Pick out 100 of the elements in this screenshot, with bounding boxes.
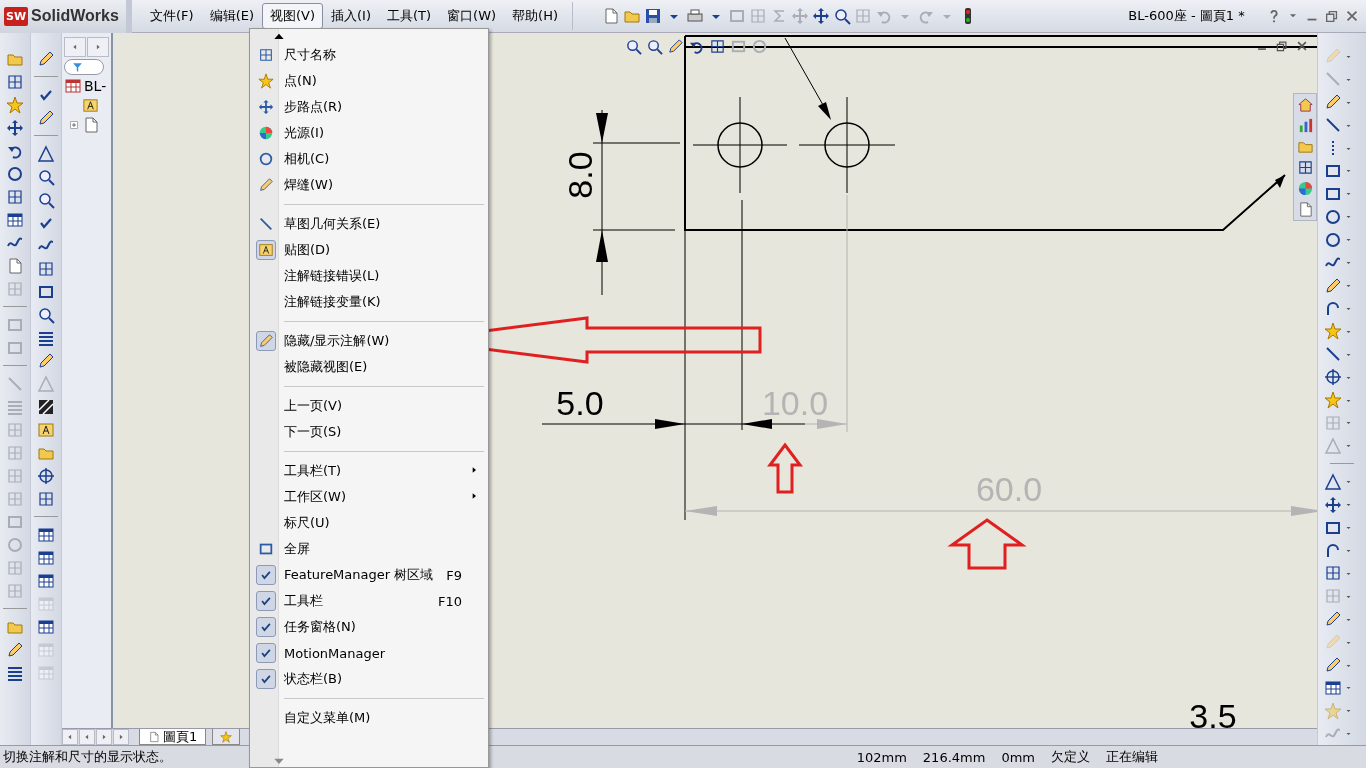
status-field: 102mm <box>848 749 915 765</box>
crosshair-icon[interactable] <box>37 466 55 485</box>
menu-item[interactable]: 草图几何关系(E) <box>250 211 488 237</box>
menu-item[interactable]: 注解链接变量(K) <box>250 289 488 315</box>
star-icon[interactable] <box>6 95 24 114</box>
page-icon <box>148 730 160 743</box>
menu-item[interactable]: 上一页(V) <box>250 393 488 419</box>
circle-icon[interactable] <box>1324 207 1342 226</box>
hatch-icon[interactable] <box>37 397 55 416</box>
menu-item[interactable]: 自定义菜单(M) <box>250 705 488 731</box>
sheet-nav-button[interactable] <box>79 729 95 745</box>
menu-item[interactable]: 任务窗格(N) <box>250 614 488 640</box>
grid-icon[interactable] <box>709 38 726 55</box>
house-icon[interactable] <box>1296 96 1314 113</box>
crosshair-icon[interactable] <box>1324 368 1342 387</box>
expand-icon[interactable] <box>68 119 80 131</box>
circle-icon[interactable] <box>1324 230 1342 249</box>
pencil-icon[interactable] <box>37 108 55 127</box>
pencil-icon[interactable] <box>37 351 55 370</box>
sphere-icon[interactable] <box>1296 180 1314 197</box>
sheet-nav-button[interactable] <box>62 729 78 745</box>
tag-icon[interactable] <box>37 420 55 439</box>
arc-icon[interactable] <box>1324 541 1342 560</box>
triangle-icon[interactable] <box>37 144 55 163</box>
menu-item[interactable]: MotionManager <box>250 640 488 666</box>
pencil-icon[interactable] <box>1324 656 1342 674</box>
star-icon[interactable] <box>1324 322 1342 341</box>
zoom-icon[interactable] <box>833 7 852 25</box>
filter-icon <box>71 60 84 74</box>
sheet-tab[interactable]: 圖頁1 <box>139 729 207 745</box>
move-icon[interactable] <box>1324 495 1342 514</box>
tree-item[interactable]: BL- <box>84 78 107 94</box>
table-icon[interactable] <box>1324 678 1342 697</box>
table-icon[interactable] <box>37 571 55 590</box>
menu-item[interactable]: 帮助(H) <box>504 3 567 29</box>
add-sheet-button[interactable] <box>212 729 241 745</box>
move-icon[interactable] <box>812 7 831 25</box>
menu-item[interactable]: 标尺(U) <box>250 510 488 536</box>
pencil-icon[interactable] <box>37 49 55 68</box>
menu-item[interactable]: 注解链接错误(L) <box>250 263 488 289</box>
menu-item[interactable]: 被隐藏视图(E) <box>250 354 488 380</box>
table-icon[interactable] <box>6 210 24 229</box>
menu-item[interactable]: 尺寸名称 <box>250 42 488 68</box>
pencil-icon[interactable] <box>1324 610 1342 629</box>
menu-item[interactable]: 光源(I) <box>250 120 488 146</box>
menu-item[interactable]: 视图(V) <box>262 3 324 29</box>
table-icon[interactable] <box>37 617 55 636</box>
zoom-icon[interactable] <box>37 190 55 209</box>
arc-icon[interactable] <box>1324 299 1342 318</box>
rectangle-icon[interactable] <box>730 38 747 55</box>
zoom-icon[interactable] <box>37 305 55 324</box>
dimension-text: 8.0 <box>561 151 599 199</box>
star-icon[interactable] <box>1324 391 1342 410</box>
menu-item[interactable]: 贴图(D) <box>250 237 488 263</box>
pencil-icon[interactable] <box>6 640 24 659</box>
table-icon[interactable] <box>37 525 55 544</box>
menu-item[interactable]: 工作区(W) <box>250 484 488 510</box>
menu-item[interactable]: 全屏 <box>250 536 488 562</box>
move-icon[interactable] <box>6 118 24 137</box>
menu-item[interactable]: 插入(I) <box>323 3 379 29</box>
menu-item[interactable]: 文件(F) <box>142 3 202 29</box>
dimension-text: 3.5 <box>1189 697 1237 728</box>
zoom-icon[interactable] <box>646 38 663 55</box>
pencil-icon[interactable] <box>1324 93 1342 112</box>
menu-item[interactable]: 相机(C) <box>250 146 488 172</box>
menu-item[interactable]: 工具栏 F10 <box>250 588 488 614</box>
sheet-nav-button[interactable] <box>96 729 112 745</box>
circle-icon[interactable] <box>6 164 24 183</box>
restore-icon[interactable] <box>1275 39 1289 53</box>
zoom-icon[interactable] <box>625 38 642 55</box>
status-field: 0mm <box>993 749 1043 765</box>
menu-item[interactable]: 点(N) <box>250 68 488 94</box>
rectangle-icon[interactable] <box>1324 162 1342 180</box>
status-field: 216.4mm <box>914 749 994 765</box>
menu-item[interactable]: 状态栏(B) <box>250 666 488 692</box>
menu-item[interactable]: 编辑(E) <box>201 3 262 29</box>
menu-item[interactable]: FeatureManager 树区域 F9 <box>250 562 488 588</box>
close-icon[interactable] <box>1295 39 1309 53</box>
zoom-icon[interactable] <box>37 167 55 186</box>
menu-item[interactable]: 步路点(R) <box>250 94 488 120</box>
filter-field[interactable] <box>64 59 104 75</box>
menu-item[interactable]: 工具栏(T) <box>250 458 488 484</box>
pencil-icon[interactable] <box>667 38 684 55</box>
menu-item[interactable]: 窗口(W) <box>439 3 505 29</box>
menu-item[interactable]: 工具(T) <box>379 3 440 29</box>
tag-icon[interactable] <box>82 97 99 114</box>
menu-item[interactable]: 隐藏/显示注解(W) <box>250 328 488 354</box>
pencil-icon[interactable] <box>1324 276 1342 295</box>
circle-icon[interactable] <box>751 38 768 55</box>
sheet-nav-button[interactable] <box>113 729 129 745</box>
page-icon[interactable] <box>602 7 621 25</box>
page-icon[interactable] <box>6 256 24 275</box>
menu-item[interactable]: 下一页(S) <box>250 419 488 445</box>
triangle-icon[interactable] <box>1324 472 1342 491</box>
printer-icon[interactable] <box>686 7 705 25</box>
menu-item[interactable]: 焊缝(W) <box>250 172 488 198</box>
star-icon <box>220 730 233 743</box>
grid-icon[interactable] <box>1296 159 1314 176</box>
table-icon[interactable] <box>37 548 55 567</box>
table-icon <box>64 77 82 95</box>
